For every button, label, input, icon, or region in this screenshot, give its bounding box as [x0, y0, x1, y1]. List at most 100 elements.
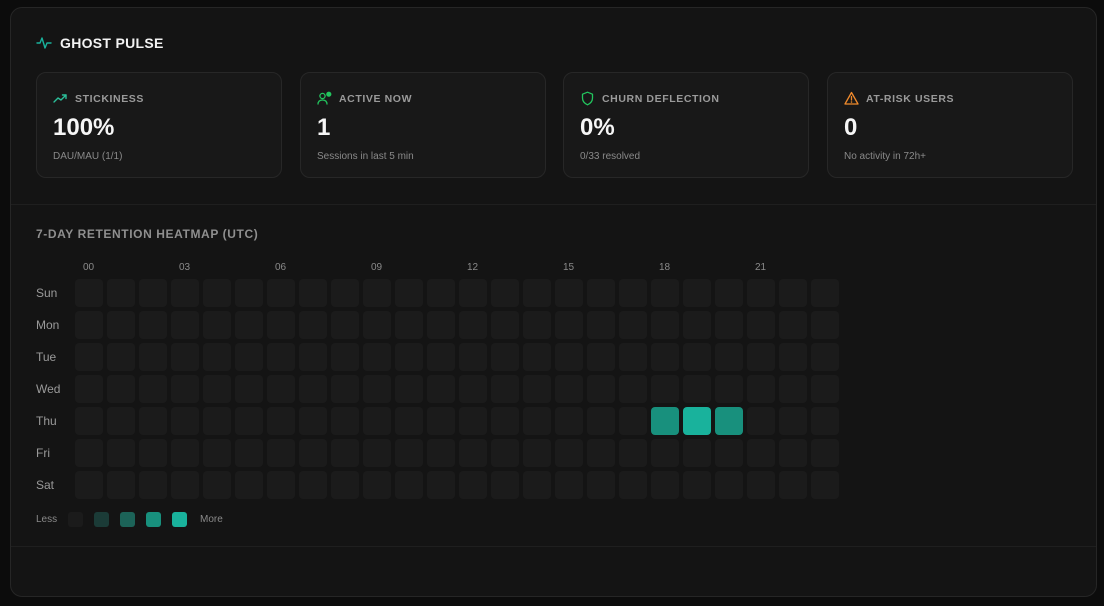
heatmap-cell[interactable]: [715, 311, 743, 339]
heatmap-cell[interactable]: [235, 311, 263, 339]
heatmap-cell[interactable]: [715, 407, 743, 435]
heatmap-cell[interactable]: [619, 311, 647, 339]
heatmap-cell[interactable]: [619, 471, 647, 499]
heatmap-cell[interactable]: [395, 343, 423, 371]
heatmap-cell[interactable]: [235, 375, 263, 403]
heatmap-cell[interactable]: [523, 471, 551, 499]
heatmap-cell[interactable]: [651, 279, 679, 307]
heatmap-cell[interactable]: [203, 279, 231, 307]
heatmap-cell[interactable]: [75, 471, 103, 499]
heatmap-cell[interactable]: [459, 343, 487, 371]
heatmap-cell[interactable]: [555, 439, 583, 467]
heatmap-cell[interactable]: [651, 375, 679, 403]
heatmap-cell[interactable]: [395, 375, 423, 403]
heatmap-cell[interactable]: [491, 343, 519, 371]
heatmap-cell[interactable]: [75, 311, 103, 339]
heatmap-cell[interactable]: [363, 311, 391, 339]
heatmap-cell[interactable]: [427, 471, 455, 499]
heatmap-cell[interactable]: [267, 407, 295, 435]
heatmap-cell[interactable]: [331, 311, 359, 339]
heatmap-cell[interactable]: [107, 279, 135, 307]
heatmap-cell[interactable]: [139, 311, 167, 339]
heatmap-cell[interactable]: [811, 279, 839, 307]
heatmap-cell[interactable]: [139, 407, 167, 435]
heatmap-cell[interactable]: [171, 343, 199, 371]
heatmap-cell[interactable]: [171, 279, 199, 307]
heatmap-cell[interactable]: [491, 471, 519, 499]
heatmap-cell[interactable]: [459, 311, 487, 339]
heatmap-cell[interactable]: [779, 407, 807, 435]
heatmap-cell[interactable]: [523, 311, 551, 339]
heatmap-cell[interactable]: [331, 439, 359, 467]
heatmap-cell[interactable]: [683, 279, 711, 307]
heatmap-cell[interactable]: [683, 311, 711, 339]
heatmap-cell[interactable]: [491, 375, 519, 403]
heatmap-cell[interactable]: [555, 407, 583, 435]
heatmap-cell[interactable]: [107, 375, 135, 403]
heatmap-cell[interactable]: [267, 439, 295, 467]
heatmap-cell[interactable]: [203, 439, 231, 467]
heatmap-cell[interactable]: [107, 343, 135, 371]
heatmap-cell[interactable]: [267, 375, 295, 403]
heatmap-cell[interactable]: [299, 279, 327, 307]
heatmap-cell[interactable]: [75, 343, 103, 371]
heatmap-cell[interactable]: [395, 279, 423, 307]
heatmap-cell[interactable]: [619, 279, 647, 307]
heatmap-cell[interactable]: [171, 439, 199, 467]
heatmap-cell[interactable]: [811, 311, 839, 339]
heatmap-cell[interactable]: [427, 375, 455, 403]
heatmap-cell[interactable]: [459, 407, 487, 435]
heatmap-cell[interactable]: [235, 407, 263, 435]
heatmap-cell[interactable]: [555, 279, 583, 307]
heatmap-cell[interactable]: [491, 407, 519, 435]
heatmap-cell[interactable]: [651, 407, 679, 435]
heatmap-cell[interactable]: [555, 311, 583, 339]
heatmap-cell[interactable]: [427, 279, 455, 307]
heatmap-cell[interactable]: [747, 471, 775, 499]
heatmap-cell[interactable]: [75, 279, 103, 307]
heatmap-cell[interactable]: [587, 375, 615, 403]
heatmap-cell[interactable]: [171, 407, 199, 435]
heatmap-cell[interactable]: [171, 375, 199, 403]
heatmap-cell[interactable]: [683, 471, 711, 499]
heatmap-cell[interactable]: [299, 311, 327, 339]
heatmap-cell[interactable]: [523, 343, 551, 371]
heatmap-cell[interactable]: [587, 471, 615, 499]
heatmap-cell[interactable]: [395, 471, 423, 499]
heatmap-cell[interactable]: [779, 279, 807, 307]
heatmap-cell[interactable]: [651, 439, 679, 467]
heatmap-cell[interactable]: [619, 343, 647, 371]
heatmap-cell[interactable]: [747, 375, 775, 403]
heatmap-cell[interactable]: [139, 471, 167, 499]
heatmap-cell[interactable]: [523, 375, 551, 403]
heatmap-cell[interactable]: [107, 311, 135, 339]
heatmap-cell[interactable]: [299, 471, 327, 499]
heatmap-cell[interactable]: [363, 439, 391, 467]
heatmap-cell[interactable]: [107, 407, 135, 435]
heatmap-cell[interactable]: [235, 279, 263, 307]
heatmap-cell[interactable]: [331, 407, 359, 435]
heatmap-cell[interactable]: [363, 375, 391, 403]
heatmap-cell[interactable]: [107, 439, 135, 467]
heatmap-cell[interactable]: [523, 407, 551, 435]
heatmap-cell[interactable]: [331, 375, 359, 403]
heatmap-cell[interactable]: [555, 375, 583, 403]
heatmap-cell[interactable]: [75, 375, 103, 403]
heatmap-cell[interactable]: [395, 407, 423, 435]
heatmap-cell[interactable]: [683, 439, 711, 467]
heatmap-cell[interactable]: [587, 343, 615, 371]
heatmap-cell[interactable]: [459, 439, 487, 467]
heatmap-cell[interactable]: [491, 279, 519, 307]
heatmap-cell[interactable]: [203, 471, 231, 499]
heatmap-cell[interactable]: [619, 375, 647, 403]
heatmap-cell[interactable]: [587, 439, 615, 467]
heatmap-cell[interactable]: [267, 311, 295, 339]
heatmap-cell[interactable]: [683, 375, 711, 403]
heatmap-cell[interactable]: [107, 471, 135, 499]
heatmap-cell[interactable]: [715, 439, 743, 467]
heatmap-cell[interactable]: [139, 279, 167, 307]
heatmap-cell[interactable]: [747, 343, 775, 371]
heatmap-cell[interactable]: [683, 407, 711, 435]
heatmap-cell[interactable]: [651, 311, 679, 339]
heatmap-cell[interactable]: [491, 439, 519, 467]
